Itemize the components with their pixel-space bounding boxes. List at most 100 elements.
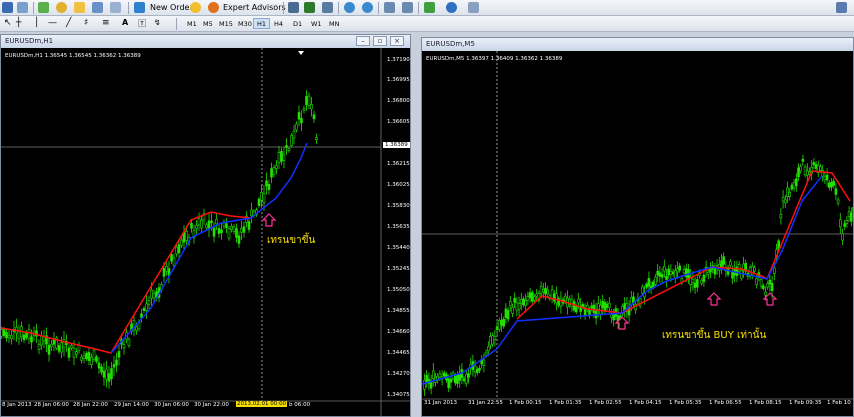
candle-body [709, 268, 712, 273]
time-label: 1 Feb 09:35 [789, 400, 822, 406]
terminal-icon[interactable] [74, 2, 85, 13]
line-chart-icon[interactable] [322, 2, 333, 13]
candle-body [805, 170, 809, 176]
minimize-button[interactable]: – [356, 36, 370, 46]
candle-body [495, 326, 499, 330]
indicators-icon[interactable] [424, 2, 435, 13]
candle-body [487, 346, 490, 352]
time-label: 1 Feb 04:15 [629, 400, 662, 406]
metaeditor-icon[interactable] [190, 2, 201, 13]
candle-body [265, 180, 268, 187]
candle-body [539, 286, 543, 294]
close-button[interactable]: × [390, 36, 404, 46]
timeframe-h1[interactable]: H1 [253, 18, 271, 29]
candle-body [107, 373, 111, 382]
templates-icon[interactable] [468, 2, 479, 13]
candle-body [22, 334, 26, 341]
history-icon[interactable] [110, 2, 121, 13]
equidistant-channel-icon[interactable]: ♯ [84, 18, 88, 28]
profiles-icon[interactable] [17, 2, 28, 13]
candle-body [272, 167, 276, 175]
candle-body [145, 303, 148, 311]
restore-button[interactable]: ▫ [373, 36, 387, 46]
auto-scroll-icon[interactable] [384, 2, 395, 13]
time-label: 1 Feb 01:35 [549, 400, 582, 406]
vertical-line-icon[interactable]: │ [34, 18, 39, 28]
timeframe-mn[interactable]: MN [325, 18, 343, 29]
candle-body [542, 289, 545, 293]
timeframe-w1[interactable]: W1 [307, 18, 326, 29]
main-toolbar: New Order Expert Advisors [0, 0, 854, 16]
candle-body [605, 303, 609, 308]
arrows-icon[interactable]: ↯ [154, 18, 161, 27]
candle-body [285, 145, 288, 148]
candle-body [797, 167, 800, 178]
up-arrow-icon [706, 292, 722, 306]
crosshair-icon[interactable]: ┼ [16, 18, 21, 28]
candle-body [722, 256, 726, 265]
chart-window-h1[interactable]: EURUSDm,H1 – ▫ × EURUSDm,H1 1.36545 1.36… [0, 34, 411, 417]
candle-body [843, 223, 847, 227]
candle-body [812, 162, 816, 166]
trendline-icon[interactable]: ╱ [66, 18, 71, 28]
timeframe-d1[interactable]: D1 [289, 18, 306, 29]
candle-body [766, 283, 770, 288]
price-label: 1.34075 [387, 392, 410, 398]
candle-body [528, 292, 532, 299]
bar-chart-icon[interactable] [288, 2, 299, 13]
market-watch-icon[interactable] [38, 2, 49, 13]
candle-body [660, 274, 664, 278]
m5-chart-canvas[interactable] [422, 51, 853, 416]
new-order-icon[interactable] [134, 2, 145, 13]
fibonacci-icon[interactable]: ≡ [102, 18, 110, 28]
candle-body [177, 244, 181, 254]
candle-body [674, 270, 677, 278]
candle-body [482, 359, 486, 366]
candle-body [506, 310, 510, 320]
candlestick-icon[interactable] [304, 2, 315, 13]
zoom-in-icon[interactable] [344, 2, 355, 13]
candle-body [546, 289, 549, 295]
zoom-out-icon[interactable] [362, 2, 373, 13]
strategy-tester-icon[interactable] [92, 2, 103, 13]
candle-body [60, 342, 63, 353]
candle-body [449, 378, 453, 383]
expert-advisors-icon[interactable] [208, 2, 219, 13]
candle-body [1, 329, 3, 337]
chart-window-m5[interactable]: EURUSDm,M5 EURUSDm,M5 1.36397 1.36409 1.… [421, 37, 854, 417]
candle-body [27, 328, 31, 339]
expert-advisors-button[interactable]: Expert Advisors [223, 3, 286, 12]
candle-body [522, 298, 525, 306]
candle-body [267, 183, 271, 191]
candle-body [513, 297, 516, 303]
new-chart-icon[interactable] [2, 2, 13, 13]
navigator-icon[interactable] [56, 2, 67, 13]
candle-body [581, 304, 585, 308]
candle-body [207, 220, 211, 229]
candle-body [830, 182, 833, 188]
window-menu-icon[interactable] [836, 2, 847, 13]
new-order-button[interactable]: New Order [150, 3, 193, 12]
candle-body [849, 212, 853, 222]
up-arrow-icon [261, 213, 277, 227]
candle-body [30, 336, 33, 343]
candle-body [524, 300, 527, 306]
text-icon[interactable]: A [122, 18, 128, 27]
h1-chart-canvas[interactable] [1, 48, 410, 416]
time-label: b 06:00 [289, 402, 311, 408]
chart-shift-icon[interactable] [402, 2, 413, 13]
candle-body [287, 148, 291, 151]
cursor-icon[interactable]: ↖ [4, 18, 12, 28]
candle-body [768, 279, 772, 285]
text-label-icon[interactable]: 🅃 [138, 18, 146, 29]
candle-body [682, 269, 686, 274]
chart-window-h1-titlebar[interactable]: EURUSDm,H1 – ▫ × [1, 35, 410, 48]
candle-body [310, 104, 313, 110]
candle-body [706, 271, 710, 275]
timeframe-h4[interactable]: H4 [270, 18, 287, 29]
chart-window-m5-titlebar[interactable]: EURUSDm,M5 [422, 38, 853, 51]
periods-icon[interactable] [446, 2, 457, 13]
time-label: 31 Jan 22:55 [468, 400, 503, 406]
horizontal-line-icon[interactable]: — [48, 18, 57, 28]
candle-body [117, 351, 121, 358]
